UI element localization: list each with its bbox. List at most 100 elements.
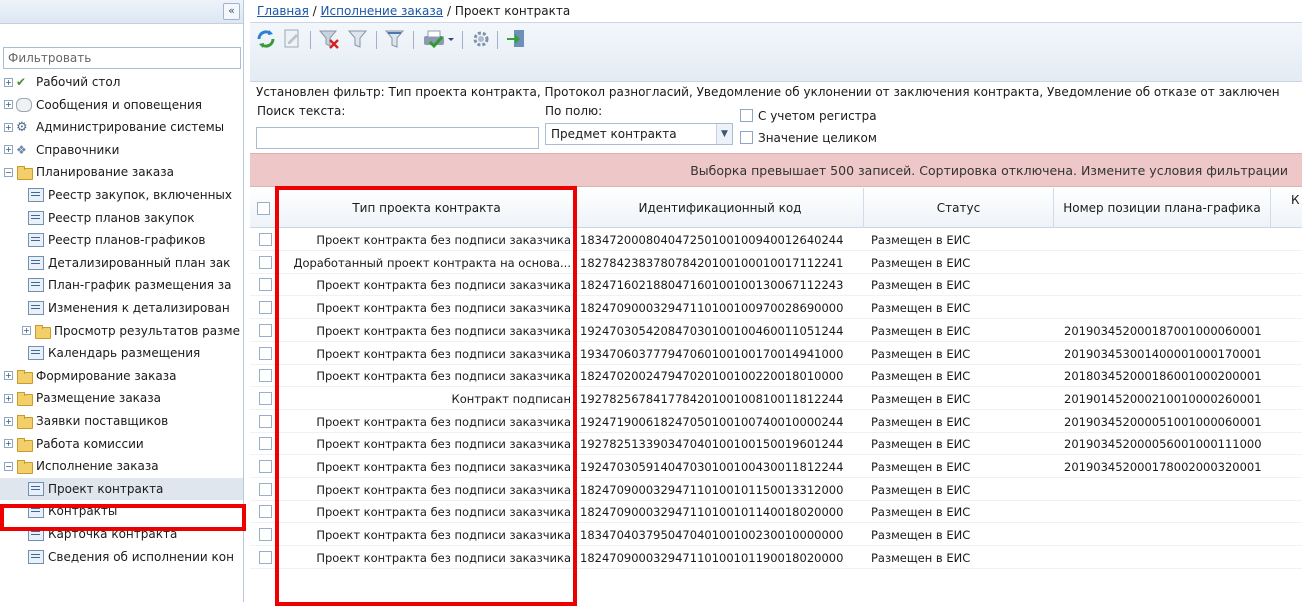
- row-checkbox[interactable]: [259, 482, 272, 496]
- sidebar-item[interactable]: + Рабочий стол: [0, 71, 243, 93]
- sidebar-item-label: Справочники: [36, 142, 120, 157]
- row-checkbox[interactable]: [259, 233, 272, 246]
- sidebar-filter-input[interactable]: [3, 47, 241, 69]
- sidebar-item[interactable]: − Планирование заказа: [0, 161, 243, 183]
- cell-status: Размещен в ЕИС: [871, 505, 971, 520]
- sidebar-item[interactable]: Изменения к детализирован: [0, 297, 243, 319]
- row-checkbox[interactable]: [259, 505, 272, 519]
- search-text-input[interactable]: [256, 127, 539, 149]
- breadcrumb-home-link[interactable]: Главная: [257, 4, 309, 18]
- row-checkbox[interactable]: [259, 528, 272, 542]
- column-header-plan-position[interactable]: Номер позиции плана-графика: [1054, 188, 1271, 228]
- expand-icon[interactable]: +: [4, 416, 13, 426]
- table-row[interactable]: Проект контракта без подписи заказчика 19…: [250, 343, 1302, 365]
- row-checkbox[interactable]: [259, 460, 272, 473]
- sidebar-item[interactable]: + Просмотр результатов разме: [0, 320, 243, 342]
- sidebar-item[interactable]: Сведения об исполнении кон: [0, 546, 243, 568]
- sidebar-header: «: [0, 0, 243, 24]
- table-row[interactable]: Проект контракта без подписи заказчика 18…: [250, 274, 1302, 297]
- row-checkbox[interactable]: [259, 391, 272, 405]
- sidebar-item[interactable]: + Размещение заказа: [0, 387, 243, 409]
- select-all-checkbox[interactable]: [256, 201, 270, 215]
- filter-settings-icon[interactable]: [383, 27, 407, 51]
- cell-identification-code: 182470200247947020100100220018010000: [580, 369, 844, 384]
- table-row[interactable]: Проект контракта без подписи заказчика 18…: [250, 501, 1302, 524]
- table-row[interactable]: Проект контракта без подписи заказчика 19…: [250, 433, 1302, 456]
- table-row[interactable]: Проект контракта без подписи заказчика 19…: [250, 411, 1302, 433]
- sidebar-item[interactable]: Реестр планов закупок: [0, 207, 243, 229]
- sidebar-item[interactable]: План-график размещения за: [0, 274, 243, 296]
- sidebar-item[interactable]: + Заявки поставщиков: [0, 410, 243, 432]
- cell-contract-type: Проект контракта без подписи заказчика: [316, 414, 571, 429]
- cell-status: Размещен в ЕИС: [871, 460, 971, 474]
- row-checkbox[interactable]: [259, 437, 272, 451]
- column-header-contract-type[interactable]: Тип проекта контракта: [277, 188, 577, 228]
- clear-filter-icon[interactable]: [317, 27, 341, 51]
- column-header-identification-code[interactable]: Идентификационный код: [577, 188, 864, 228]
- expand-icon[interactable]: +: [4, 371, 13, 381]
- table-row[interactable]: Проект контракта без подписи заказчика 18…: [250, 297, 1302, 320]
- row-checkbox[interactable]: [259, 255, 272, 269]
- row-checkbox[interactable]: [259, 550, 272, 564]
- sidebar-item[interactable]: Реестр планов-графиков: [0, 229, 243, 251]
- document-icon: [28, 278, 44, 293]
- sidebar-item[interactable]: Контракты: [0, 500, 243, 522]
- row-checkbox[interactable]: [259, 323, 272, 337]
- print-menu-icon[interactable]: [420, 27, 458, 51]
- case-sensitive-checkbox[interactable]: [740, 109, 753, 122]
- table-row[interactable]: Доработанный проект контракта на основа.…: [250, 252, 1302, 274]
- row-checkbox[interactable]: [259, 414, 272, 428]
- table-row[interactable]: Проект контракта без подписи заказчика 18…: [250, 479, 1302, 501]
- sidebar-item[interactable]: + Сообщения и оповещения: [0, 94, 243, 116]
- chevron-down-icon[interactable]: ▼: [716, 124, 732, 144]
- sidebar-item[interactable]: + Формирование заказа: [0, 365, 243, 387]
- sidebar-item[interactable]: Детализированный план зак: [0, 252, 243, 274]
- edit-document-icon[interactable]: [280, 27, 304, 51]
- collapse-icon[interactable]: −: [4, 167, 13, 177]
- sidebar-item[interactable]: − Исполнение заказа: [0, 455, 243, 477]
- row-checkbox[interactable]: [259, 346, 272, 360]
- table-row[interactable]: Проект контракта без подписи заказчика 18…: [250, 547, 1302, 569]
- sidebar-item[interactable]: Календарь размещения: [0, 342, 243, 364]
- expand-icon[interactable]: +: [4, 122, 13, 132]
- column-header-status[interactable]: Статус: [864, 188, 1054, 228]
- sidebar-item[interactable]: + Работа комиссии: [0, 433, 243, 455]
- expand-icon[interactable]: +: [22, 326, 31, 336]
- row-checkbox[interactable]: [259, 369, 272, 383]
- expand-icon[interactable]: +: [4, 393, 13, 403]
- expand-icon[interactable]: +: [4, 439, 13, 449]
- sidebar-item[interactable]: Реестр закупок, включенных: [0, 184, 243, 206]
- table-row[interactable]: Проект контракта без подписи заказчика 18…: [250, 524, 1302, 547]
- sidebar-item[interactable]: + Справочники: [0, 139, 243, 161]
- filter-icon[interactable]: [346, 27, 370, 51]
- search-field-select[interactable]: Предмет контракта ▼: [545, 123, 733, 145]
- table-row[interactable]: Проект контракта без подписи заказчика 19…: [250, 456, 1302, 478]
- expand-icon[interactable]: +: [4, 77, 13, 87]
- table-row[interactable]: Проект контракта без подписи заказчика 18…: [250, 229, 1302, 251]
- row-checkbox[interactable]: [259, 301, 272, 315]
- sidebar-item-label: Заявки поставщиков: [36, 414, 169, 428]
- expand-icon[interactable]: +: [4, 100, 13, 110]
- export-icon[interactable]: [504, 27, 528, 51]
- cell-identification-code: 182784238378078420100100010017112241: [580, 255, 844, 270]
- whole-value-checkbox[interactable]: [740, 131, 753, 144]
- expand-icon[interactable]: +: [4, 145, 13, 155]
- settings-gear-icon[interactable]: [469, 27, 493, 51]
- refresh-icon[interactable]: [254, 27, 278, 51]
- table-row[interactable]: Контракт подписан 19278256784177842010010…: [250, 388, 1302, 410]
- sidebar-item-label: Рабочий стол: [36, 75, 121, 89]
- collapse-sidebar-button[interactable]: «: [223, 3, 240, 20]
- folder-icon: [34, 324, 51, 339]
- row-checkbox[interactable]: [259, 278, 272, 292]
- sidebar-item[interactable]: Проект контракта: [0, 477, 243, 500]
- breadcrumb-section-link[interactable]: Исполнение заказа: [321, 4, 444, 18]
- sidebar-item-label: Работа комиссии: [36, 436, 144, 451]
- cell-status: Размещен в ЕИС: [871, 301, 971, 316]
- table-row[interactable]: Проект контракта без подписи заказчика 19…: [250, 320, 1302, 342]
- column-header-more[interactable]: К: [1271, 188, 1302, 228]
- table-row[interactable]: Проект контракта без подписи заказчика 18…: [250, 365, 1302, 388]
- collapse-icon[interactable]: −: [4, 461, 13, 471]
- sidebar-item[interactable]: Карточка контракта: [0, 523, 243, 545]
- sidebar-item[interactable]: + Администрирование системы: [0, 116, 243, 138]
- cell-contract-type: Проект контракта без подписи заказчика: [316, 369, 571, 384]
